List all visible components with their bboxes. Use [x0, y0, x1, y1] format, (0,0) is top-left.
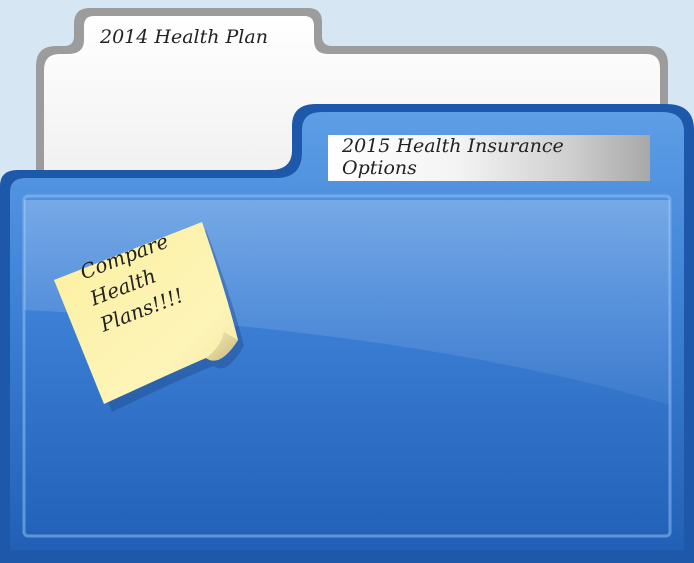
- front-folder-label-line-1: 2015 Health Insurance: [342, 135, 564, 157]
- back-folder-tab-label: 2014 Health Plan: [100, 26, 268, 48]
- folder-illustration: 2014 Health Plan 2015 Health Insurance O…: [0, 0, 694, 563]
- front-folder-label: 2015 Health Insurance Options: [328, 135, 650, 181]
- front-folder-label-line-2: Options: [342, 157, 417, 179]
- sticky-note: Compare Health Plans!!!!: [52, 222, 248, 412]
